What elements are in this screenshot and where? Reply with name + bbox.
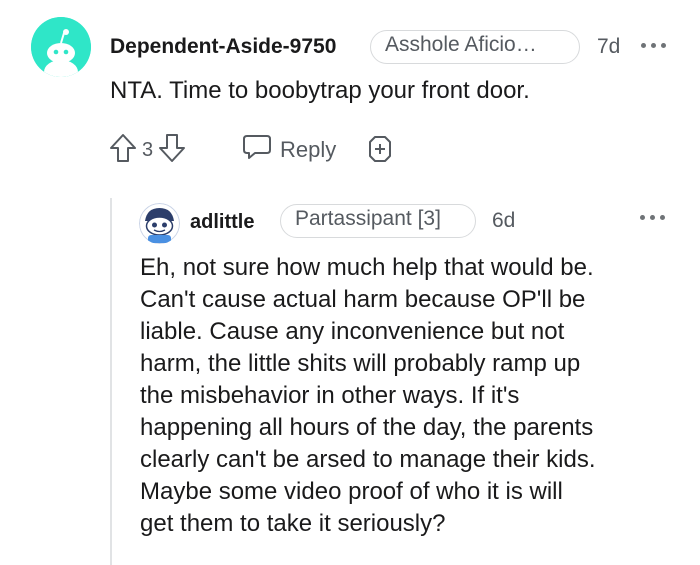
award-icon[interactable] <box>364 134 396 169</box>
snoo-avatar-icon <box>139 203 180 244</box>
reply-body: Eh, not sure how much help that would be… <box>140 252 685 540</box>
upvote-icon[interactable] <box>108 132 138 169</box>
snoo-avatar-icon <box>31 17 91 77</box>
downvote-icon[interactable] <box>157 132 187 169</box>
reply-button[interactable]: Reply <box>242 133 336 167</box>
more-options-icon[interactable] <box>640 215 665 220</box>
comment-timestamp: 7d <box>597 35 621 58</box>
thread-line[interactable] <box>110 198 112 565</box>
reply-body-line: Eh, not sure how much help that would be… <box>140 254 594 281</box>
vote-count: 3 <box>142 139 154 161</box>
reply-body-line: the misbehavior in other ways. If it's <box>140 382 520 409</box>
avatar[interactable] <box>31 17 91 77</box>
reply-label: Reply <box>280 137 337 162</box>
reply-timestamp: 6d <box>492 209 516 232</box>
comment-username[interactable]: Dependent-Aside-9750 <box>110 35 336 59</box>
reply-body-line: Maybe some video proof of who it is will <box>140 478 563 505</box>
reply-body-line: happening all hours of the day, the pare… <box>140 414 594 441</box>
reply-avatar[interactable] <box>139 203 180 244</box>
reply-user-flair: Partassipant [3] <box>280 204 476 238</box>
user-flair: Asshole Aficio… <box>370 30 580 64</box>
comment-actions: 3 <box>108 132 187 169</box>
more-options-icon[interactable] <box>641 43 666 48</box>
comment-body: NTA. Time to boobytrap your front door. <box>110 77 530 104</box>
reply-body-line: Can't cause actual harm because OP'll be <box>140 286 586 313</box>
reply-body-line: liable. Cause any inconvenience but not <box>140 318 565 345</box>
reply-body-line: harm, the little shits will probably ram… <box>140 350 581 377</box>
reply-icon <box>242 133 272 167</box>
reply-username[interactable]: adlittle <box>190 211 254 234</box>
reply-body-line: clearly can't be arsed to manage their k… <box>140 446 596 473</box>
reply-body-line: get them to take it seriously? <box>140 510 446 537</box>
